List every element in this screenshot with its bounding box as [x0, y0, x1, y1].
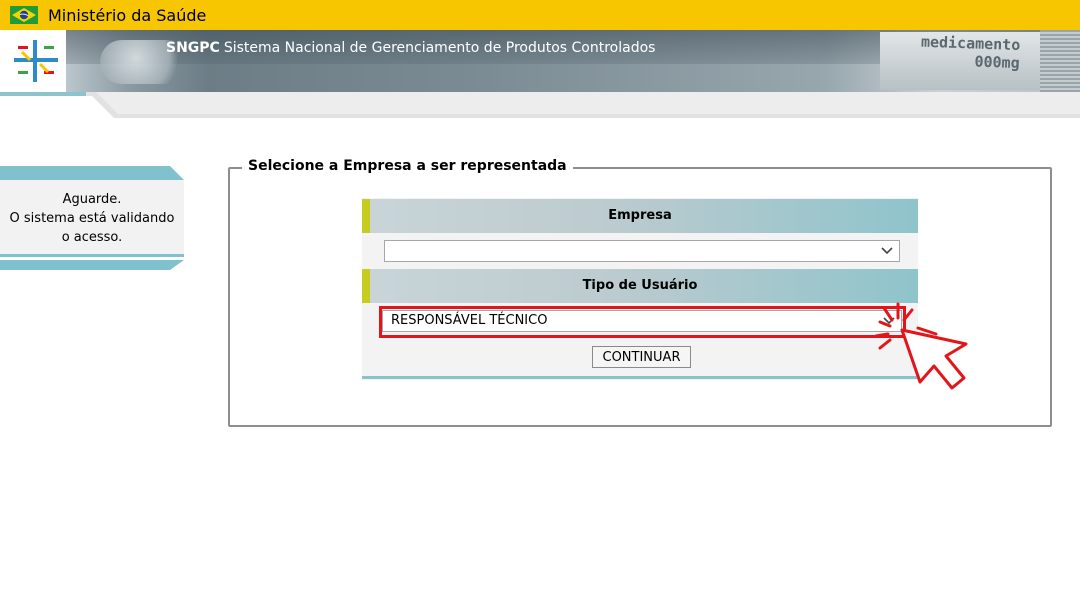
pointer-cursor-icon: [874, 302, 968, 390]
app-acronym: SNGPC: [166, 40, 220, 56]
tipo-usuario-label: Tipo de Usuário: [582, 278, 698, 293]
continue-button[interactable]: CONTINUAR: [592, 346, 691, 368]
ministry-name: Ministério da Saúde: [48, 6, 207, 25]
status-panel-top: [0, 166, 184, 180]
status-line-2: O sistema está validando: [9, 211, 175, 226]
status-line-1: Aguarde.: [62, 192, 122, 207]
empresa-select[interactable]: [384, 240, 900, 262]
empresa-header: Empresa: [362, 199, 918, 233]
brazil-flag-icon: [10, 6, 38, 24]
empresa-label: Empresa: [608, 208, 672, 223]
status-panel-divider: [0, 254, 184, 257]
app-name: Sistema Nacional de Gerenciamento de Pro…: [223, 40, 656, 56]
medicine-box-text: medicamento 000mg: [899, 32, 1021, 72]
anvisa-logo: [8, 36, 64, 88]
status-panel-bottom: [0, 260, 184, 270]
fieldset-legend: Selecione a Empresa a ser representada: [242, 158, 573, 174]
tipo-usuario-header: Tipo de Usuário: [362, 269, 918, 303]
status-line-3: o acesso.: [61, 230, 123, 245]
status-message: Aguarde. O sistema está validando o aces…: [0, 190, 184, 247]
chevron-down-icon: [881, 247, 893, 255]
header-banner: SNGPC Sistema Nacional de Gerenciamento d…: [0, 30, 1080, 92]
banner-shadow: [0, 92, 1080, 118]
status-panel: Aguarde. O sistema está validando o aces…: [0, 166, 184, 272]
highlight-box: [379, 306, 906, 338]
barcode-decoration: [1040, 30, 1080, 92]
form-panel-bottom-line: [362, 376, 918, 379]
app-title: SNGPC Sistema Nacional de Gerenciamento d…: [166, 40, 655, 56]
top-bar: Ministério da Saúde: [0, 0, 1080, 30]
